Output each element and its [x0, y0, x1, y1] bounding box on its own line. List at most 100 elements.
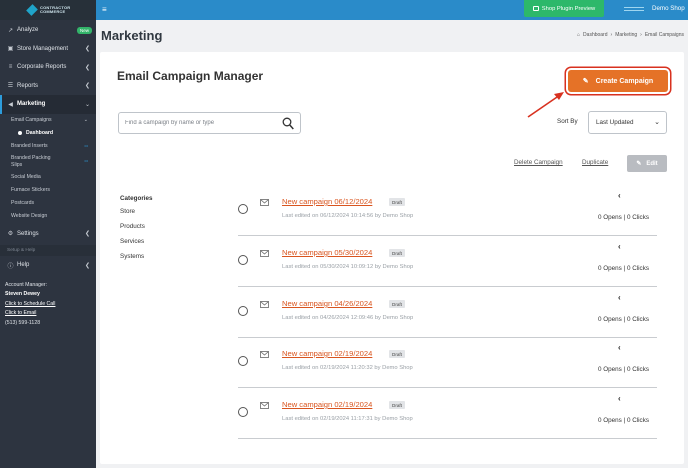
sort-by-label: Sort By — [557, 118, 578, 125]
chevron-left-icon: ❮ — [84, 231, 90, 238]
sidebar-sub-postcards[interactable]: Postcards — [0, 197, 96, 210]
account-title: Account Manager: — [5, 281, 48, 288]
sidebar-item-label: Help — [17, 262, 30, 269]
store-icon: ▣ — [7, 46, 14, 53]
sidebar-item-corporate-reports[interactable]: ≡ Corporate Reports ❮ — [0, 58, 96, 77]
select-radio[interactable] — [238, 356, 248, 366]
campaign-row: New campaign 02/19/2024 Draft Last edite… — [238, 338, 657, 388]
sidebar-item-label: Corporate Reports — [17, 64, 67, 71]
chevron-left-icon[interactable]: ‹ — [618, 293, 621, 302]
campaign-name-link[interactable]: New campaign 02/19/2024 — [282, 400, 372, 409]
sidebar-sub-email-campaigns[interactable]: Email Campaigns ⌄ — [0, 114, 96, 127]
breadcrumb-marketing[interactable]: Marketing — [615, 32, 637, 38]
shop-logo — [624, 7, 644, 11]
campaign-name-link[interactable]: New campaign 06/12/2024 — [282, 197, 372, 206]
status-badge: Draft — [389, 300, 405, 308]
breadcrumb-separator-icon: › — [640, 32, 642, 38]
chevron-left-icon[interactable]: ‹ — [618, 343, 621, 352]
schedule-call-link[interactable]: Click to Schedule Call — [5, 300, 91, 310]
sort-by-select[interactable]: Last Updated ⌄ — [588, 111, 667, 134]
select-radio[interactable] — [238, 204, 248, 214]
sidebar-item-reports[interactable]: ☰ Reports ❮ — [0, 77, 96, 96]
campaign-name-link[interactable]: New campaign 05/30/2024 — [282, 248, 372, 257]
menu-icon[interactable]: ≡ — [102, 5, 107, 14]
search-input[interactable] — [125, 120, 275, 126]
campaign-name-link[interactable]: New campaign 02/19/2024 — [282, 349, 372, 358]
setup-help-section: Setup & Help — [0, 245, 96, 256]
category-products[interactable]: Products — [120, 223, 153, 238]
last-edited: Last edited on 05/30/2024 10:09:12 by De… — [282, 264, 414, 270]
search-icon[interactable] — [282, 117, 294, 130]
pencil-icon: ✎ — [582, 78, 589, 85]
delete-campaign-link[interactable]: Delete Campaign — [514, 159, 563, 166]
sidebar-sub-social-media[interactable]: Social Media — [0, 171, 96, 184]
category-services[interactable]: Services — [120, 238, 153, 253]
create-campaign-label: Create Campaign — [595, 77, 654, 85]
shop-name[interactable]: Demo Shop — [652, 5, 685, 12]
chevron-left-icon: ❮ — [84, 46, 90, 53]
campaign-row: New campaign 02/19/2024 Draft Last edite… — [238, 389, 657, 439]
campaign-search — [118, 112, 301, 134]
logo-mark-icon — [26, 4, 38, 16]
sidebar-item-label: Analyze — [17, 27, 39, 34]
sidebar-item-settings[interactable]: ⚙ Settings ❮ — [0, 225, 96, 244]
campaign-name-link[interactable]: New campaign 04/26/2024 — [282, 299, 372, 308]
sidebar-item-label: Marketing — [17, 101, 46, 108]
campaign-stats: 0 Opens | 0 Clicks — [598, 417, 649, 424]
chevron-left-icon[interactable]: ‹ — [618, 394, 621, 403]
chevron-down-icon: ⌄ — [654, 119, 660, 126]
home-icon: ⌂ — [577, 32, 581, 38]
sidebar-sub-website-design[interactable]: Website Design — [0, 210, 96, 223]
campaign-stats: 0 Opens | 0 Clicks — [598, 265, 649, 272]
sidebar-item-help[interactable]: ⓘ Help ❮ — [0, 256, 96, 275]
breadcrumb: ⌂ Dashboard › Marketing › Email Campaign… — [577, 32, 684, 38]
campaign-manager-card: Email Campaign Manager ✎ Create Campaign… — [100, 52, 684, 464]
tag-marker-icon: ••• — [84, 159, 88, 164]
chevron-down-icon: ⌄ — [83, 117, 88, 123]
mail-icon — [260, 402, 269, 409]
shop-plugin-preview-label: Shop Plugin Preview — [541, 5, 596, 12]
sidebar-sub-furnace-stickers[interactable]: Furnace Stickers — [0, 184, 96, 197]
category-store[interactable]: Store — [120, 208, 153, 223]
sidebar-item-marketing[interactable]: ◀ Marketing ⌄ — [0, 95, 96, 114]
layers-icon: ≡ — [8, 64, 13, 71]
sidebar-item-store-management[interactable]: ▣ Store Management ❮ — [0, 40, 96, 59]
sidebar-item-label: Store Management — [17, 45, 69, 52]
edit-button[interactable]: ✎ Edit — [627, 155, 667, 172]
create-campaign-button[interactable]: ✎ Create Campaign — [568, 70, 668, 92]
campaign-row: New campaign 04/26/2024 Draft Last edite… — [238, 288, 657, 338]
last-edited: Last edited on 06/12/2024 10:14:56 by De… — [282, 213, 414, 219]
last-edited: Last edited on 04/26/2024 12:09:46 by De… — [282, 315, 414, 321]
select-radio[interactable] — [238, 306, 248, 316]
status-badge: Draft — [389, 249, 405, 257]
duplicate-link[interactable]: Duplicate — [582, 159, 608, 166]
select-radio[interactable] — [238, 407, 248, 417]
category-systems[interactable]: Systems — [120, 253, 153, 268]
campaign-stats: 0 Opens | 0 Clicks — [598, 214, 649, 221]
sidebar-sub-label: Dashboard — [26, 130, 54, 136]
sidebar-item-label: Settings — [17, 230, 39, 237]
breadcrumb-dashboard[interactable]: Dashboard — [583, 32, 607, 38]
brand-logo[interactable]: CONTRACTOR COMMERCE — [0, 0, 96, 20]
shop-plugin-preview-button[interactable]: Shop Plugin Preview — [524, 0, 604, 17]
sidebar-sub-label: Branded Inserts — [11, 143, 48, 149]
status-badge: Draft — [389, 198, 405, 206]
email-link[interactable]: Click to Email — [5, 309, 91, 319]
sidebar: CONTRACTOR COMMERCE ↗ Analyze New ▣ Stor… — [0, 0, 96, 468]
edit-label: Edit — [646, 160, 658, 167]
sidebar-item-analyze[interactable]: ↗ Analyze New — [0, 21, 96, 40]
sidebar-sub-branded-packing-slips[interactable]: Branded Packing Slips ••• — [0, 153, 96, 171]
sidebar-sub-branded-inserts[interactable]: Branded Inserts ••• — [0, 140, 96, 153]
chevron-left-icon[interactable]: ‹ — [618, 191, 621, 200]
preview-icon — [532, 6, 539, 11]
select-radio[interactable] — [238, 255, 248, 265]
sidebar-sub-dashboard[interactable]: Dashboard — [0, 127, 96, 140]
categories-heading: Categories — [120, 195, 153, 202]
tag-marker-icon: ••• — [84, 144, 88, 148]
top-bar: ≡ Shop Plugin Preview Demo Shop — [96, 0, 688, 20]
chevron-left-icon[interactable]: ‹ — [618, 242, 621, 251]
sidebar-sub-label: Email Campaigns — [11, 117, 52, 123]
status-badge: Draft — [389, 401, 405, 409]
mail-icon — [260, 250, 269, 257]
account-phone: (513) 599-1128 — [5, 319, 41, 326]
